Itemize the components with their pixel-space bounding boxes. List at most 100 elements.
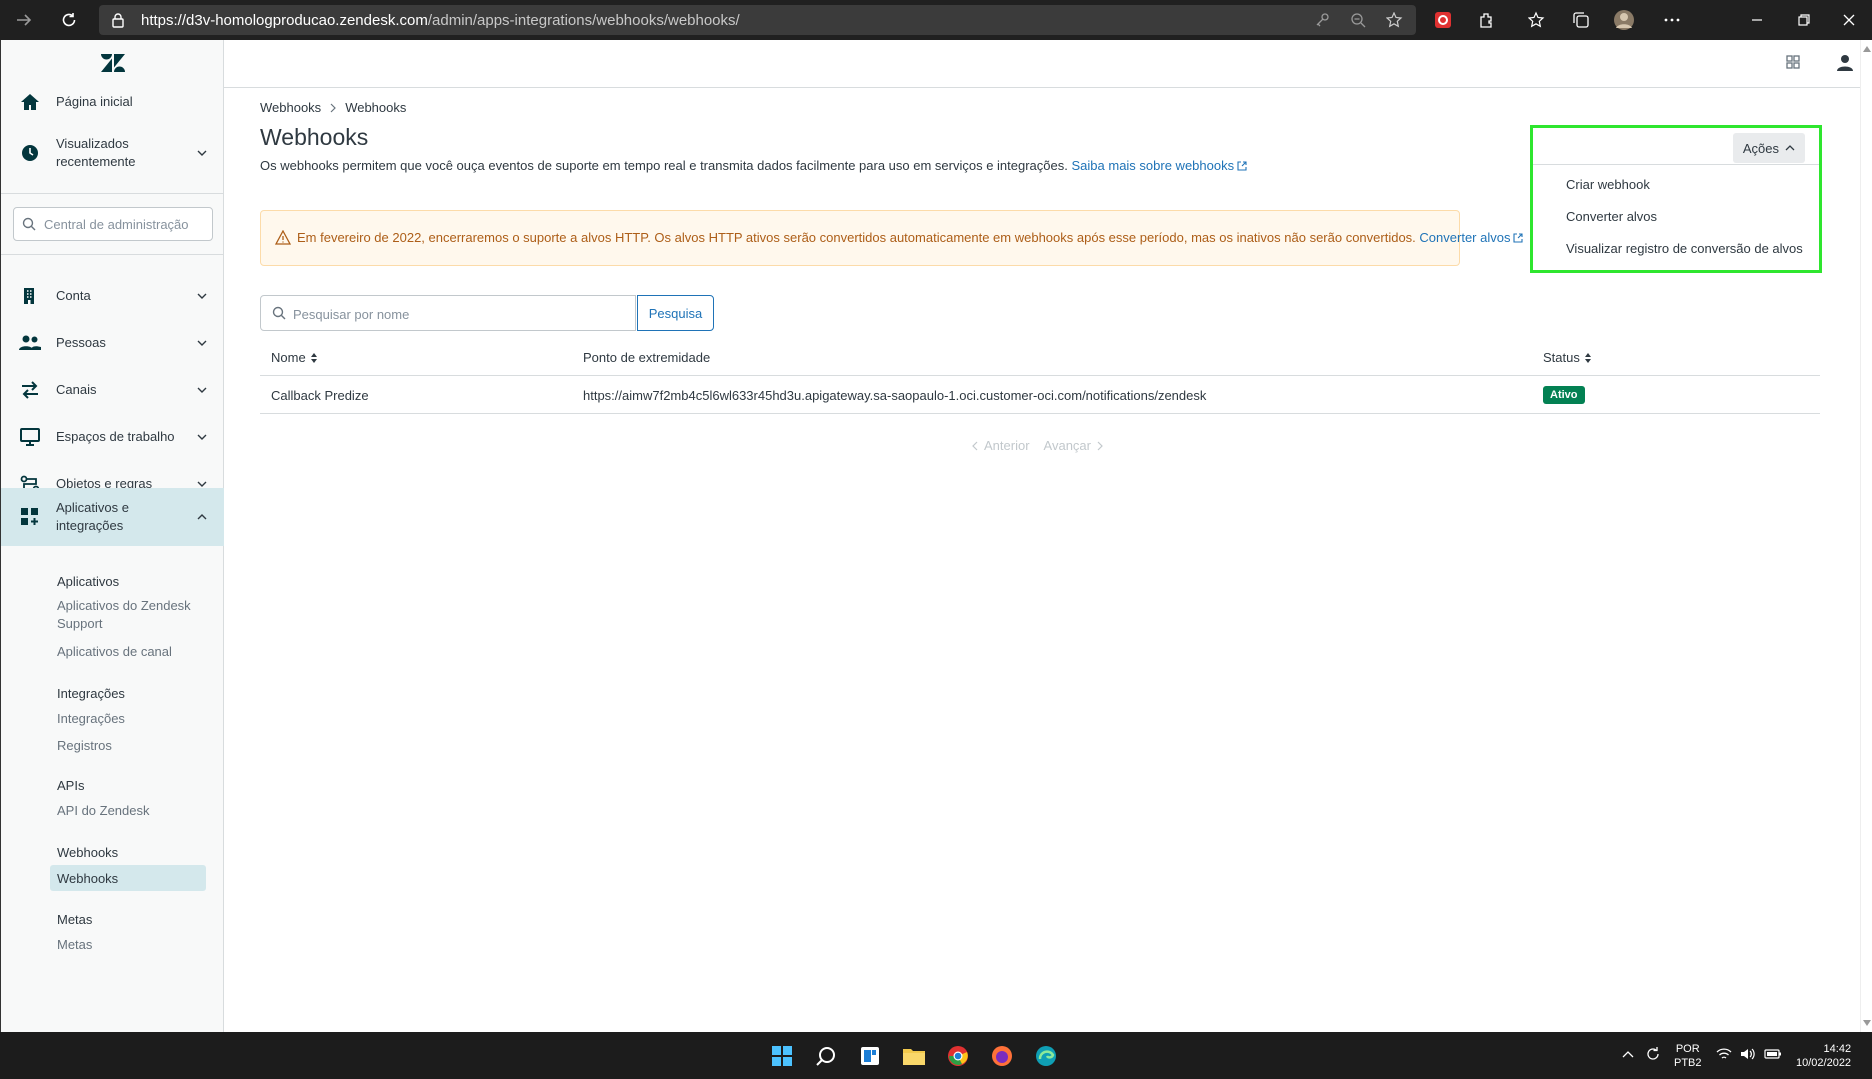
close-icon[interactable]: [1838, 9, 1860, 31]
forward-arrow-icon[interactable]: [12, 8, 36, 32]
learn-more-link[interactable]: Saiba mais sobre webhooks: [1072, 158, 1248, 173]
nav-espacos-label: Espaços de trabalho: [56, 429, 175, 444]
zendesk-logo-icon[interactable]: [101, 54, 125, 72]
admin-search-input[interactable]: [44, 214, 208, 234]
battery-icon[interactable]: [1764, 1047, 1782, 1061]
home-icon: [19, 91, 41, 113]
menu-item-create-webhook[interactable]: Criar webhook: [1533, 169, 1819, 201]
submenu-link-channel-apps[interactable]: Aplicativos de canal: [57, 643, 172, 661]
nav-canais[interactable]: Canais: [1, 370, 224, 410]
nav-canais-label: Canais: [56, 382, 97, 397]
page-description: Os webhooks permitem que você ouça event…: [260, 158, 1247, 173]
menu-item-convert-targets[interactable]: Converter alvos: [1533, 201, 1819, 233]
apps-icon: [19, 506, 41, 528]
scroll-down-icon[interactable]: [1863, 1020, 1871, 1026]
page-title: Webhooks: [260, 124, 369, 150]
chevron-down-icon: [196, 290, 208, 302]
actions-dropdown: Ações Criar webhook Converter alvos Visu…: [1530, 125, 1822, 273]
sort-icon: [1584, 352, 1592, 364]
search-icon: [22, 217, 36, 231]
nav-aplicativos-label: Aplicativos e integrações: [56, 500, 129, 533]
column-header-name[interactable]: Nome: [271, 350, 318, 365]
pagination-next[interactable]: Avançar: [1044, 438, 1103, 453]
webhook-search-field[interactable]: [260, 295, 636, 331]
widgets-icon[interactable]: [856, 1042, 884, 1070]
chevron-up-icon: [1785, 144, 1795, 152]
refresh-icon[interactable]: [57, 8, 81, 32]
clock-icon: [19, 142, 41, 164]
submenu-link-registros[interactable]: Registros: [57, 737, 112, 755]
pagination: Anterior Avançar: [972, 438, 1103, 453]
nav-pessoas-label: Pessoas: [56, 335, 106, 350]
table-row: Callback Predize https://aimw7f2mb4c5l6w…: [260, 376, 1820, 414]
chevron-up-icon[interactable]: [1622, 1049, 1634, 1059]
volume-icon[interactable]: [1740, 1047, 1756, 1061]
nav-conta-label: Conta: [56, 288, 91, 303]
url-text: https://d3v-homologproducao.zendesk.com/…: [141, 12, 740, 29]
chevron-down-icon: [196, 337, 208, 349]
user-profile-icon[interactable]: [1836, 54, 1854, 72]
chrome-icon[interactable]: [944, 1042, 972, 1070]
zoom-out-icon[interactable]: [1350, 12, 1366, 28]
webhook-name-link[interactable]: Callback Predize: [271, 388, 369, 403]
file-explorer-icon[interactable]: [900, 1042, 928, 1070]
submenu-heading-metas: Metas: [57, 912, 93, 927]
submenu-link-api[interactable]: API do Zendesk: [57, 802, 150, 820]
key-icon[interactable]: [1314, 12, 1330, 28]
nav-conta[interactable]: Conta: [1, 276, 224, 316]
restore-icon[interactable]: [1793, 9, 1815, 31]
favorite-add-icon[interactable]: [1386, 12, 1404, 28]
system-clock[interactable]: 14:42 10/02/2022: [1796, 1042, 1851, 1070]
collections-icon[interactable]: [1570, 9, 1592, 31]
extension-red-icon[interactable]: [1432, 9, 1454, 31]
admin-search-field[interactable]: [13, 207, 213, 241]
minimize-icon[interactable]: [1746, 9, 1768, 31]
language-indicator[interactable]: POR PTB2: [1674, 1042, 1702, 1070]
breadcrumb-item[interactable]: Webhooks: [260, 100, 321, 115]
lock-icon: [111, 12, 125, 28]
submenu-link-metas[interactable]: Metas: [57, 936, 92, 954]
building-icon: [19, 285, 41, 307]
scroll-up-icon[interactable]: [1863, 46, 1871, 52]
profile-avatar-icon[interactable]: [1613, 9, 1635, 31]
extensions-icon[interactable]: [1476, 9, 1498, 31]
nav-home[interactable]: Página inicial: [1, 80, 224, 124]
more-options-icon[interactable]: [1661, 9, 1683, 31]
convert-targets-link[interactable]: Converter alvos: [1419, 230, 1524, 245]
breadcrumb: Webhooks Webhooks: [260, 100, 406, 115]
search-icon[interactable]: [812, 1042, 840, 1070]
actions-button[interactable]: Ações: [1732, 133, 1805, 163]
menu-item-view-conversion-log[interactable]: Visualizar registro de conversão de alvo…: [1533, 233, 1819, 265]
nav-recent[interactable]: Visualizados recentemente: [1, 124, 224, 182]
edge-icon[interactable]: [1032, 1042, 1060, 1070]
submenu-heading-apis: APIs: [57, 778, 85, 793]
firefox-icon[interactable]: [988, 1042, 1016, 1070]
chevron-right-icon: [1096, 441, 1103, 451]
submenu-heading-integracoes: Integrações: [57, 686, 125, 701]
nav-pessoas[interactable]: Pessoas: [1, 323, 224, 363]
submenu-link-integracoes[interactable]: Integrações: [57, 710, 125, 728]
sync-icon[interactable]: [1645, 1046, 1661, 1062]
submenu-link-zendesk-support-apps[interactable]: Aplicativos do Zendesk Support: [57, 597, 191, 633]
column-header-status[interactable]: Status: [1543, 350, 1592, 365]
chevron-down-icon: [196, 431, 208, 443]
submenu-link-webhooks[interactable]: Webhooks: [57, 870, 118, 888]
monitor-icon: [19, 426, 41, 448]
chevron-up-icon: [196, 511, 208, 523]
address-bar[interactable]: https://d3v-homologproducao.zendesk.com/…: [99, 5, 1416, 35]
webhook-search-input[interactable]: [293, 304, 623, 324]
nav-aplicativos[interactable]: Aplicativos e integrações: [1, 488, 224, 546]
wifi-icon[interactable]: [1716, 1047, 1732, 1061]
search-button[interactable]: Pesquisa: [637, 295, 714, 331]
chevron-down-icon: [196, 147, 208, 159]
chevron-right-icon: [329, 103, 337, 113]
windows-start-icon[interactable]: [768, 1042, 796, 1070]
page-scrollbar[interactable]: [1860, 40, 1872, 1032]
pagination-prev[interactable]: Anterior: [972, 438, 1030, 453]
sort-icon: [310, 352, 318, 364]
actions-menu: Criar webhook Converter alvos Visualizar…: [1533, 164, 1819, 265]
divider: [1, 193, 224, 194]
nav-espacos[interactable]: Espaços de trabalho: [1, 417, 224, 457]
favorites-icon[interactable]: [1526, 9, 1548, 31]
product-tray-icon[interactable]: [1785, 54, 1801, 70]
